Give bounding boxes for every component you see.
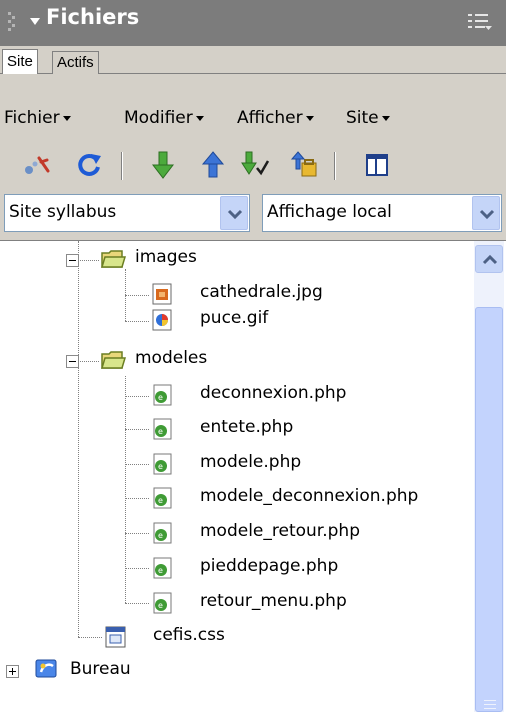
- jpg-file-icon: [152, 283, 172, 305]
- svg-text:e: e: [158, 462, 163, 471]
- tree-line: [125, 295, 149, 296]
- connect-icon[interactable]: [22, 150, 52, 180]
- tree-line: [78, 637, 102, 638]
- scroll-up-icon[interactable]: [475, 245, 503, 273]
- put-icon[interactable]: [198, 150, 228, 180]
- expand-icon[interactable]: [362, 150, 392, 180]
- css-file-icon: [105, 626, 126, 648]
- php-file-icon: e: [153, 418, 172, 440]
- view-select[interactable]: Affichage local: [262, 194, 502, 232]
- dropdown-arrow-icon: [195, 115, 204, 121]
- check-out-icon[interactable]: [240, 150, 270, 180]
- menu-afficher[interactable]: Afficher: [237, 108, 314, 128]
- panel-options-icon[interactable]: [468, 12, 492, 32]
- svg-text:e: e: [158, 427, 163, 436]
- tree-item-label[interactable]: Bureau: [70, 659, 131, 679]
- dropdown-arrow-icon: [62, 115, 71, 121]
- tab-actifs[interactable]: Actifs: [52, 51, 99, 74]
- php-file-icon: e: [153, 384, 172, 406]
- tree-line: [125, 464, 149, 465]
- menu-label: Fichier: [4, 108, 60, 128]
- tree-item-label[interactable]: puce.gif: [200, 308, 268, 328]
- drag-grip-icon[interactable]: [8, 12, 16, 32]
- menu-label: Afficher: [237, 108, 303, 128]
- tree-line: [78, 241, 79, 637]
- folder-open-icon: [100, 351, 126, 369]
- tree-item-label[interactable]: modeles: [135, 348, 207, 368]
- tab-site[interactable]: Site: [2, 49, 38, 76]
- collapse-toggle-icon[interactable]: [66, 254, 79, 267]
- site-select-value: Site syllabus: [9, 202, 117, 222]
- menu-fichier[interactable]: Fichier: [4, 108, 71, 128]
- scrollbar-thumb[interactable]: [475, 307, 503, 712]
- tree-item-label[interactable]: modele_retour.php: [200, 521, 360, 541]
- svg-text:e: e: [158, 566, 163, 575]
- php-file-icon: e: [153, 592, 172, 614]
- site-select[interactable]: Site syllabus: [4, 194, 250, 232]
- toolbar-separator: [334, 152, 336, 180]
- toolbar-separator: [121, 152, 123, 180]
- tree-line: [125, 603, 149, 604]
- view-select-value: Affichage local: [267, 202, 392, 222]
- get-icon[interactable]: [148, 150, 178, 180]
- file-tree: images cathedrale.jpg puce.gif modeles e: [0, 240, 506, 712]
- tree-item-label[interactable]: deconnexion.php: [200, 383, 346, 403]
- dropdown-arrow-icon: [305, 115, 314, 121]
- tree-line: [125, 533, 149, 534]
- folder-open-icon: [100, 250, 126, 268]
- gif-file-icon: [152, 309, 172, 331]
- icon-toolbar: [0, 146, 506, 186]
- tree-line: [125, 321, 149, 322]
- view-select-dropdown-icon[interactable]: [472, 196, 500, 230]
- php-file-icon: e: [153, 557, 172, 579]
- svg-text:e: e: [158, 393, 163, 402]
- tree-item-label[interactable]: entete.php: [200, 417, 293, 437]
- php-file-icon: e: [153, 487, 172, 509]
- svg-text:e: e: [158, 601, 163, 610]
- panel-titlebar[interactable]: Fichiers: [0, 0, 506, 46]
- svg-text:e: e: [158, 531, 163, 540]
- panel-title: Fichiers: [46, 5, 140, 29]
- tree-item-label[interactable]: modele_deconnexion.php: [200, 486, 418, 506]
- expand-toggle-icon[interactable]: [6, 665, 19, 678]
- check-in-icon[interactable]: [290, 150, 320, 180]
- files-panel: Fichiers Site Actifs Fichier Modifier Af…: [0, 0, 506, 712]
- menu-label: Modifier: [124, 108, 193, 128]
- tree-item-label[interactable]: pieddepage.php: [200, 556, 338, 576]
- php-file-icon: e: [153, 453, 172, 475]
- toolbar-area: Fichier Modifier Afficher Site Site syll…: [0, 74, 506, 240]
- refresh-icon[interactable]: [74, 150, 104, 180]
- tab-strip: Site Actifs: [0, 46, 506, 76]
- tree-item-label[interactable]: images: [135, 247, 197, 267]
- dropdown-arrow-icon: [381, 115, 390, 121]
- php-file-icon: e: [153, 522, 172, 544]
- tree-item-label[interactable]: modele.php: [200, 452, 301, 472]
- svg-text:e: e: [158, 496, 163, 505]
- tree-item-label[interactable]: cefis.css: [153, 625, 225, 645]
- tree-line: [125, 568, 149, 569]
- tree-item-label[interactable]: retour_menu.php: [200, 591, 347, 611]
- tree-line: [125, 429, 149, 430]
- tree-line: [125, 396, 149, 397]
- menu-label: Site: [346, 108, 379, 128]
- site-select-dropdown-icon[interactable]: [220, 196, 248, 230]
- vertical-scrollbar[interactable]: [474, 241, 504, 712]
- menu-modifier[interactable]: Modifier: [124, 108, 204, 128]
- desktop-icon: [35, 659, 57, 678]
- tree-line: [125, 498, 149, 499]
- tree-item-label[interactable]: cathedrale.jpg: [200, 282, 323, 302]
- collapse-toggle-icon[interactable]: [66, 355, 79, 368]
- collapse-arrow-icon[interactable]: [30, 18, 40, 25]
- menu-bar: Fichier Modifier Afficher Site: [0, 104, 506, 134]
- menu-site[interactable]: Site: [346, 108, 390, 128]
